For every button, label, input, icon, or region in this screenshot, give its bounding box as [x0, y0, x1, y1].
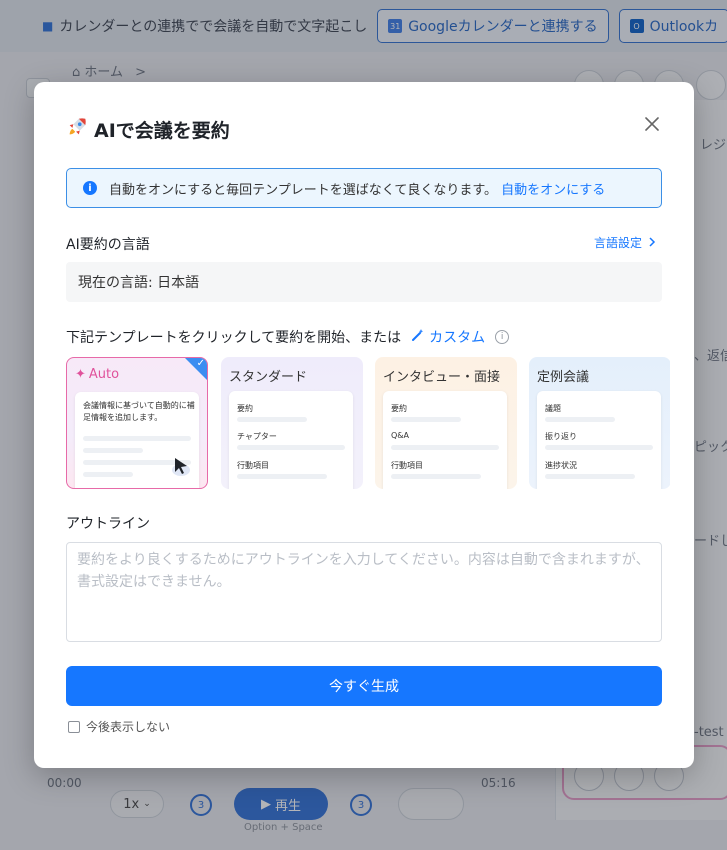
card-preview: 会議情報に基づいて自動的に補足情報を追加します。: [75, 392, 199, 488]
preview-line: [391, 417, 461, 422]
preview-line: [391, 474, 481, 479]
current-language: 現在の言語: 日本語: [78, 275, 200, 291]
template-prompt: 下記テンプレートをクリックして要約を開始、または カスタム i: [66, 327, 510, 347]
card-preview: 要約 チャプター 行動項目: [229, 391, 353, 489]
card-title: スタンダード: [229, 370, 308, 385]
check-icon: ✓: [196, 358, 205, 369]
preview-item: 振り返り: [545, 432, 577, 441]
card-title: 定例会議: [537, 370, 590, 385]
preview-item: 要約: [237, 404, 253, 413]
generate-now-button[interactable]: 今すぐ生成: [66, 666, 662, 706]
ai-summary-modal: AIで会議を要約 i 自動をオンにすると毎回テンプレートを選ばなくて良くなります…: [34, 82, 694, 768]
dont-show-checkbox[interactable]: [68, 720, 80, 733]
modal-title: AIで会議を要約: [66, 116, 230, 143]
chevron-right-icon: [648, 236, 656, 250]
preview-item: 進捗状況: [545, 461, 577, 470]
close-icon[interactable]: [642, 114, 662, 134]
current-language-field: 現在の言語: 日本語: [66, 262, 662, 302]
card-title: ✦ Auto: [75, 367, 119, 382]
preview-line: [237, 474, 327, 479]
outline-input[interactable]: [66, 542, 662, 642]
enable-auto-link[interactable]: 自動をオンにする: [501, 179, 605, 198]
info-text: 自動をオンにすると毎回テンプレートを選ばなくて良くなります。: [109, 182, 498, 198]
language-label: AI要約の言語: [66, 237, 150, 253]
card-title-text: Auto: [88, 367, 120, 382]
preview-item: 要約: [391, 404, 407, 413]
preview-line: [83, 472, 133, 477]
dont-show-again-option[interactable]: 今後表示しない: [68, 718, 170, 735]
card-preview: 議題 振り返り 進捗状況: [537, 391, 661, 489]
modal-title-text: AIで会議を要約: [94, 120, 230, 142]
template-cards: ✓ ✦ Auto 会議情報に基づいて自動的に補足情報を追加します。 スタンダード…: [66, 357, 670, 489]
cursor-icon: [171, 456, 191, 482]
preview-line: [237, 445, 345, 450]
custom-label: カスタム: [429, 330, 486, 346]
card-preview: 要約 Q&A 行動項目: [383, 391, 507, 489]
language-settings-link[interactable]: 言語設定: [594, 234, 656, 251]
template-card-regular-meeting[interactable]: 定例会議 議題 振り返り 進捗状況: [529, 357, 670, 489]
preview-line: [83, 448, 143, 453]
preview-line: [545, 445, 653, 450]
rocket-icon: [66, 116, 88, 143]
outline-label: アウトライン: [66, 516, 150, 532]
preview-line: [83, 436, 191, 441]
card-title: インタビュー・面接: [383, 370, 501, 385]
dont-show-label: 今後表示しない: [86, 720, 171, 734]
preview-item: 行動項目: [237, 461, 269, 470]
sparkle-icon: ✦: [75, 367, 86, 382]
custom-template-link[interactable]: カスタム: [411, 327, 485, 347]
help-icon[interactable]: i: [495, 330, 510, 344]
preview-line: [545, 474, 635, 479]
language-settings-label: 言語設定: [594, 236, 643, 250]
preview-item: 行動項目: [391, 461, 423, 470]
preview-item: 議題: [545, 404, 561, 413]
card-description: 会議情報に基づいて自動的に補足情報を追加します。: [83, 401, 195, 422]
preview-item: Q&A: [391, 431, 410, 440]
template-prompt-text: 下記テンプレートをクリックして要約を開始、または: [66, 330, 402, 346]
template-card-standard[interactable]: スタンダード 要約 チャプター 行動項目: [221, 357, 363, 489]
template-card-auto[interactable]: ✓ ✦ Auto 会議情報に基づいて自動的に補足情報を追加します。: [66, 357, 208, 489]
preview-line: [545, 417, 615, 422]
preview-line: [391, 445, 499, 450]
magic-wand-icon: [411, 328, 425, 346]
preview-line: [237, 417, 307, 422]
auto-info-banner: i 自動をオンにすると毎回テンプレートを選ばなくて良くなります。 自動をオンにす…: [66, 168, 662, 208]
info-icon: i: [83, 181, 97, 195]
preview-item: チャプター: [237, 432, 277, 441]
template-card-interview[interactable]: インタビュー・面接 要約 Q&A 行動項目: [375, 357, 517, 489]
